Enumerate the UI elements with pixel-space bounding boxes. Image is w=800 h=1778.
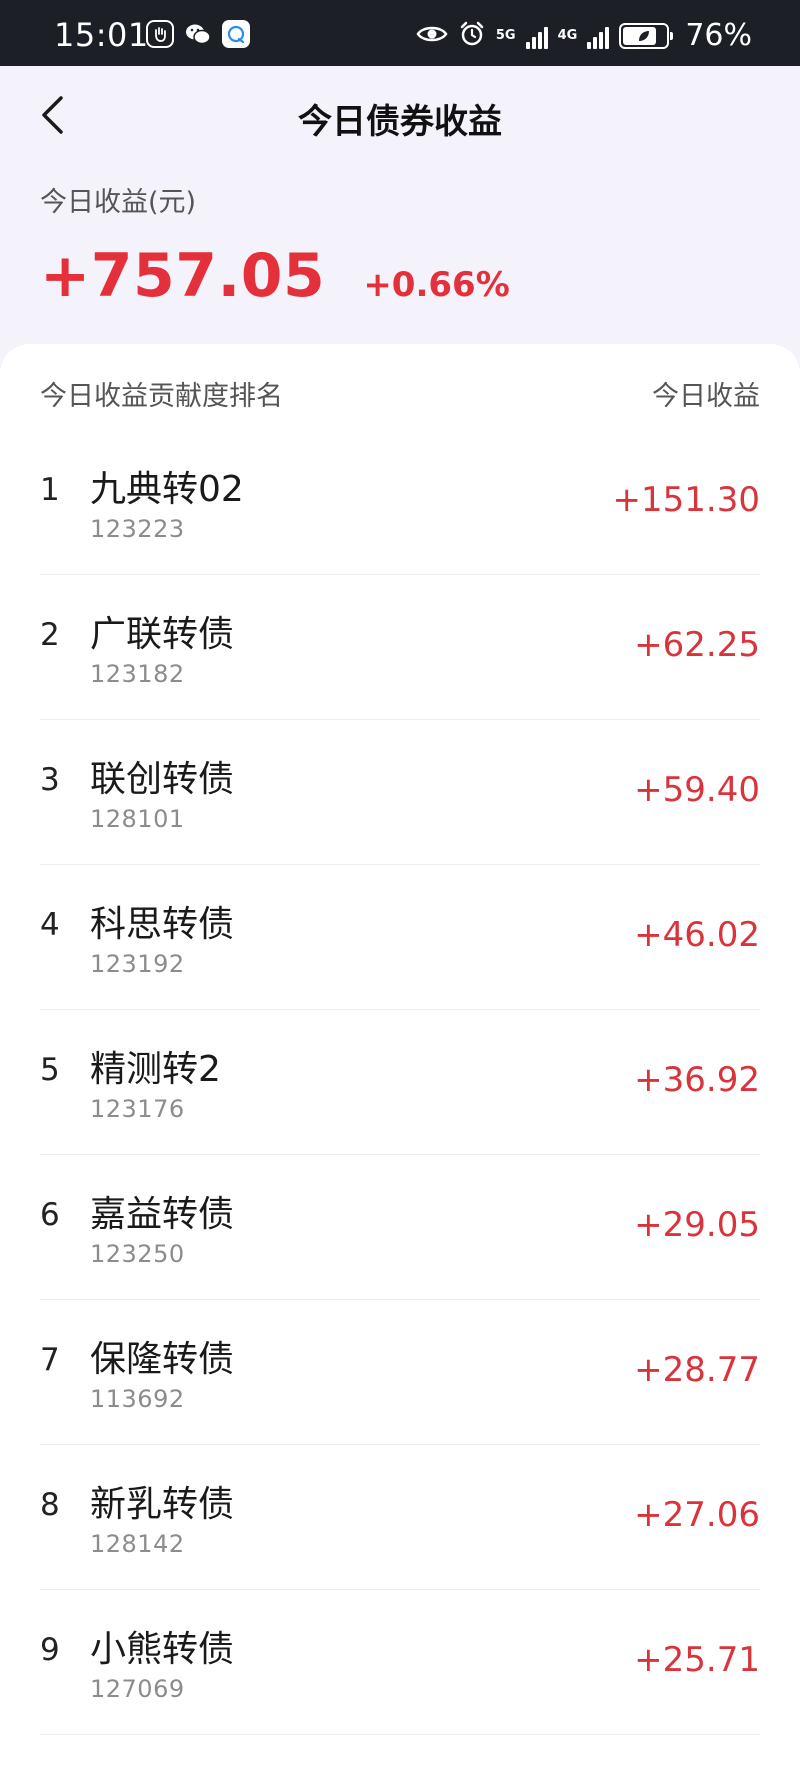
network-4g-label: 4G	[557, 28, 578, 43]
bond-gain: +29.05	[634, 1205, 760, 1245]
bond-gain: +46.02	[634, 915, 760, 955]
list-item[interactable]: 2 广联转债 123182 +62.25	[40, 575, 760, 720]
ranking-card: 今日收益贡献度排名 今日收益 1 九典转02 123223 +151.30 2 广联转债 1…	[0, 344, 800, 1778]
bond-code: 123192	[90, 950, 185, 978]
bond-gain: +151.30	[612, 480, 760, 520]
signal-5g-icon	[525, 23, 548, 49]
page-header: 今日债券收益	[0, 66, 800, 166]
bond-gain: +59.40	[634, 770, 760, 810]
hand-icon	[146, 20, 174, 48]
summary-percent: +0.66%	[363, 265, 510, 305]
signal-4g-icon	[587, 23, 610, 49]
wechat-icon	[184, 20, 212, 48]
bond-name: 保隆转债	[90, 1339, 235, 1380]
earnings-summary: 今日收益(元) +757.05 +0.66%	[40, 180, 760, 311]
summary-values: +757.05 +0.66%	[40, 241, 760, 311]
bond-rank: 8	[40, 1487, 60, 1523]
bond-gain: +27.06	[634, 1495, 760, 1535]
chat-app-icon	[222, 20, 250, 48]
status-system-icons: 5G 4G 76%	[416, 18, 752, 53]
list-item[interactable]: 8 新乳转债 128142 +27.06	[40, 1445, 760, 1590]
bond-name: 科思转债	[90, 904, 235, 945]
list-header: 今日收益贡献度排名 今日收益	[40, 374, 760, 413]
ranking-list: 1 九典转02 123223 +151.30 2 广联转债 123182 +62.25 3 联创转…	[40, 430, 760, 1735]
battery-percent: 76%	[685, 18, 752, 53]
bond-rank: 4	[40, 907, 60, 943]
bond-rank: 6	[40, 1197, 60, 1233]
bond-code: 123223	[90, 515, 185, 543]
bond-code: 127069	[90, 1675, 185, 1703]
bond-name: 小熊转债	[90, 1629, 235, 1670]
page-title: 今日债券收益	[298, 102, 502, 142]
bond-name: 嘉益转债	[90, 1194, 235, 1235]
bond-code: 128101	[90, 805, 185, 833]
status-notification-icons	[146, 20, 250, 48]
bond-rank: 3	[40, 762, 60, 798]
eye-icon	[416, 23, 448, 49]
list-item[interactable]: 1 九典转02 123223 +151.30	[40, 430, 760, 575]
battery-icon	[619, 22, 674, 49]
bond-code: 123250	[90, 1240, 185, 1268]
bond-rank: 9	[40, 1632, 60, 1668]
bond-gain: +62.25	[634, 625, 760, 665]
bond-gain: +28.77	[634, 1350, 760, 1390]
bond-rank: 5	[40, 1052, 60, 1088]
list-item[interactable]: 3 联创转债 128101 +59.40	[40, 720, 760, 865]
bond-name: 广联转债	[90, 614, 235, 655]
status-bar: 15:01 5G 4G 76%	[0, 0, 800, 66]
bond-name: 九典转02	[90, 469, 244, 510]
list-header-ranking: 今日收益贡献度排名	[40, 381, 283, 412]
summary-label: 今日收益(元)	[40, 187, 197, 218]
network-5g-label: 5G	[495, 28, 516, 43]
list-item[interactable]: 9 小熊转债 127069 +25.71	[40, 1590, 760, 1735]
bond-rank: 7	[40, 1342, 60, 1378]
bond-gain: +25.71	[634, 1640, 760, 1680]
bond-name: 新乳转债	[90, 1484, 235, 1525]
bond-gain: +36.92	[634, 1060, 760, 1100]
bond-name: 联创转债	[90, 759, 235, 800]
list-item[interactable]: 7 保隆转债 113692 +28.77	[40, 1300, 760, 1445]
bond-rank: 2	[40, 617, 60, 653]
list-header-earnings: 今日收益	[652, 381, 760, 412]
status-time: 15:01	[54, 16, 149, 54]
bond-code: 123176	[90, 1095, 185, 1123]
list-item[interactable]: 5 精测转2 123176 +36.92	[40, 1010, 760, 1155]
list-item[interactable]: 6 嘉益转债 123250 +29.05	[40, 1155, 760, 1300]
list-item[interactable]: 4 科思转债 123192 +46.02	[40, 865, 760, 1010]
bond-code: 123182	[90, 660, 185, 688]
bond-code: 113692	[90, 1385, 185, 1413]
alarm-icon	[458, 20, 486, 52]
bond-code: 128142	[90, 1530, 185, 1558]
bond-name: 精测转2	[90, 1049, 221, 1090]
bond-rank: 1	[40, 472, 60, 508]
summary-amount: +757.05	[40, 241, 326, 311]
